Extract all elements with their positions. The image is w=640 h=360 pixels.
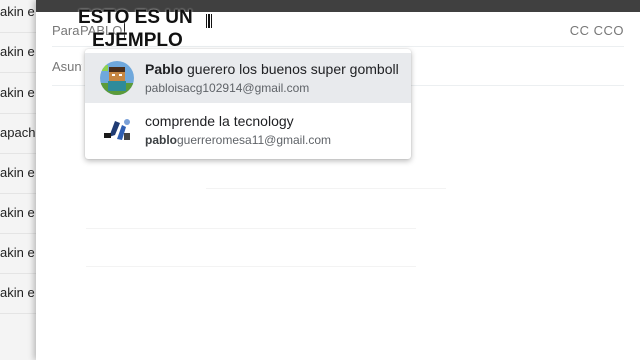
inbox-row[interactable]: akin e [0, 273, 36, 314]
suggestion-email-rest: pabloisacg102914@gmail.com [145, 81, 310, 95]
faint-divider [86, 266, 416, 267]
minecraft-avatar-icon [100, 61, 134, 95]
suggestion-name-match: Pablo [145, 61, 184, 77]
suggestion-email: pabloguerreromesa11@gmail.com [145, 133, 331, 147]
cc-bcc-toggle[interactable]: CC CCO [570, 23, 624, 38]
subject-input[interactable]: Asunto [52, 59, 82, 74]
inbox-list-background: akin e akin e akin e apach akin e akin e… [0, 0, 36, 360]
caption-line-1: ESTO ES UN [78, 7, 193, 28]
suggestion-item[interactable]: comprende la tecnology pabloguerreromesa… [85, 105, 411, 155]
suggestion-email-rest: guerreromesa11@gmail.com [177, 133, 332, 147]
inbox-row[interactable]: akin e [0, 233, 36, 274]
inbox-row[interactable]: akin e [0, 32, 36, 73]
inbox-row[interactable]: apach [0, 113, 36, 154]
suggestion-email-match: pablo [145, 133, 177, 147]
suggestion-name: comprende la tecnology [145, 113, 294, 129]
suggestion-name: Pablo guerero los buenos super gomboll [145, 61, 399, 77]
overlay-caption: ESTO ES UN EJEMPLO [78, 6, 193, 52]
inbox-row[interactable]: akin e [0, 73, 36, 114]
faint-divider [86, 228, 416, 229]
to-label: Para [52, 23, 80, 38]
faint-divider [206, 188, 446, 189]
contact-suggestions-dropdown: Pablo guerero los buenos super gomboll p… [85, 49, 411, 159]
tech-logo-avatar-icon [100, 113, 134, 147]
ibeam-cursor-icon [206, 14, 212, 28]
suggestion-name-rest: comprende la tecnology [145, 113, 294, 129]
suggestion-email: pabloisacg102914@gmail.com [145, 81, 309, 95]
inbox-row[interactable]: akin e [0, 0, 36, 33]
suggestion-item[interactable]: Pablo guerero los buenos super gomboll p… [85, 53, 411, 103]
inbox-row[interactable]: akin e [0, 153, 36, 194]
inbox-row[interactable]: akin e [0, 193, 36, 234]
suggestion-name-rest: guerero los buenos super gomboll [183, 61, 399, 77]
